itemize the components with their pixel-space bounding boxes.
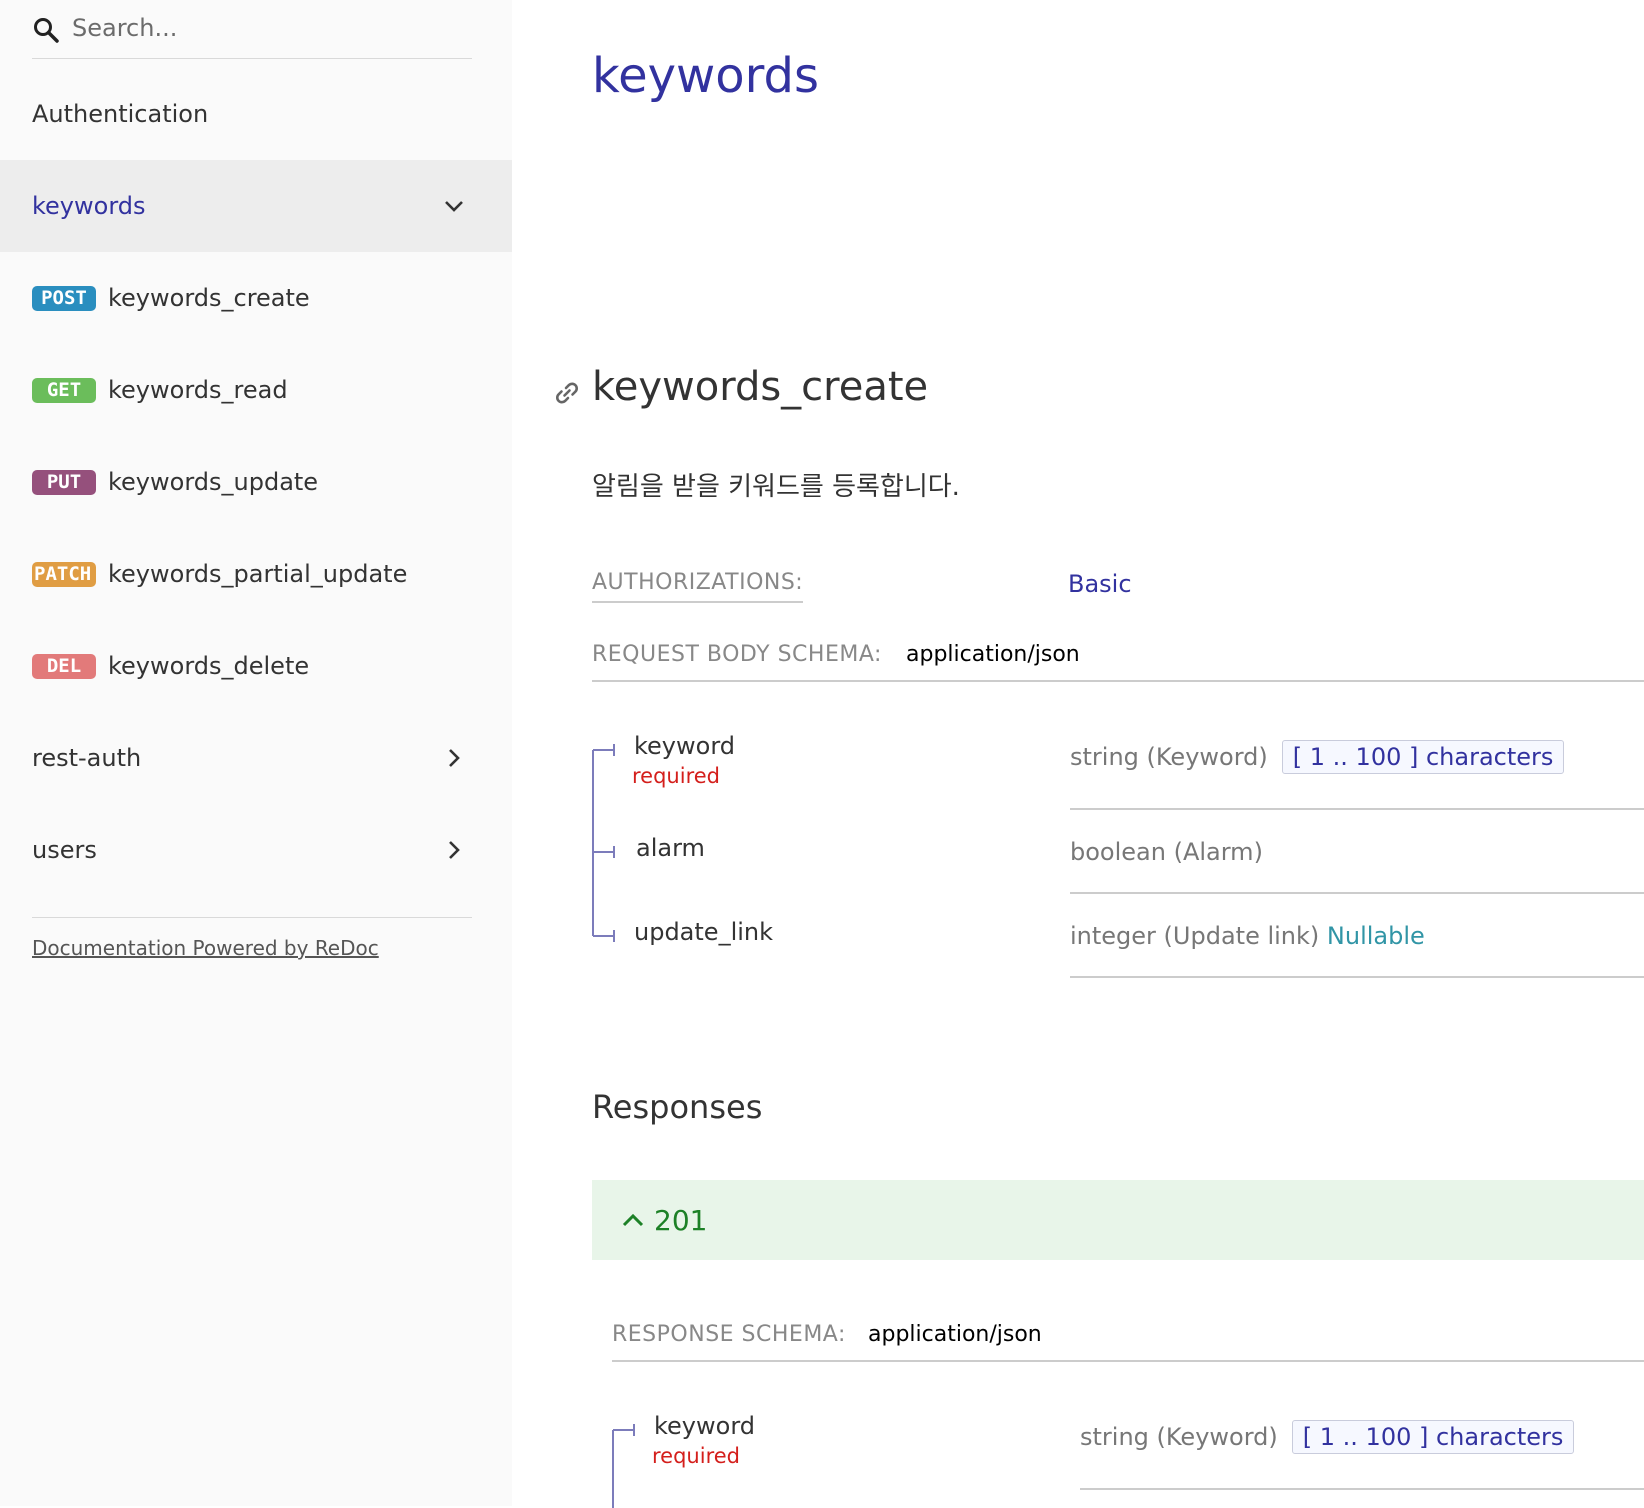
divider <box>1080 1488 1644 1490</box>
sidebar-group-keywords[interactable]: keywords <box>0 160 512 252</box>
sidebar-item-authentication[interactable]: Authentication <box>0 68 512 160</box>
nullable-label: Nullable <box>1326 922 1425 950</box>
divider <box>1070 808 1644 810</box>
sidebar-item-label: keywords_partial_update <box>108 560 408 588</box>
sidebar-group-rest-auth[interactable]: rest-auth <box>0 712 512 804</box>
sidebar-item-label: Authentication <box>32 100 209 128</box>
sidebar-item-label: keywords_read <box>108 376 288 404</box>
response-201-toggle[interactable]: 201 <box>592 1180 1644 1260</box>
property-name: update_link <box>634 918 774 946</box>
method-badge-patch: PATCH <box>32 561 96 587</box>
responses-title: Responses <box>592 1088 763 1126</box>
divider <box>1070 892 1644 894</box>
property-type: integer (Update link) Nullable <box>1070 922 1425 950</box>
constraint-badge: [ 1 .. 100 ] characters <box>1281 740 1565 774</box>
required-label: required <box>632 764 720 788</box>
property-tree-lines <box>612 1424 635 1508</box>
property-name: alarm <box>636 834 705 862</box>
search-input[interactable]: Search... <box>72 14 177 42</box>
sidebar-item-keywords-delete[interactable]: DEL keywords_delete <box>0 620 512 712</box>
response-schema-value: application/json <box>868 1322 1042 1347</box>
method-badge-get: GET <box>32 377 96 403</box>
property-name: keyword <box>654 1412 756 1440</box>
method-badge-post: POST <box>32 285 96 311</box>
search-box[interactable]: Search... <box>32 0 472 59</box>
sidebar-item-keywords-partial-update[interactable]: PATCH keywords_partial_update <box>0 528 512 620</box>
property-tree-lines <box>592 744 615 942</box>
sidebar-item-label: rest-auth <box>32 744 142 772</box>
sidebar-item-label: users <box>32 836 97 864</box>
property-type-text: string (Keyword) <box>1070 743 1268 771</box>
property-type: boolean (Alarm) <box>1070 838 1263 866</box>
request-schema-value: application/json <box>906 642 1080 667</box>
link-icon[interactable] <box>552 378 582 408</box>
sidebar-item-keywords-read[interactable]: GET keywords_read <box>0 344 512 436</box>
chevron-up-icon <box>622 1213 644 1227</box>
sidebar-divider <box>32 917 472 918</box>
sidebar-item-label: keywords_update <box>108 468 319 496</box>
property-type-text: integer (Update link) <box>1070 922 1320 950</box>
constraint-badge: [ 1 .. 100 ] characters <box>1291 1420 1575 1454</box>
sidebar-item-label: keywords_create <box>108 284 310 312</box>
property-type-text: string (Keyword) <box>1080 1423 1278 1451</box>
sidebar-item-label: keywords <box>32 192 146 220</box>
response-schema-label: RESPONSE SCHEMA: <box>612 1322 846 1347</box>
property-type: string (Keyword) [ 1 .. 100 ] characters <box>1080 1420 1575 1454</box>
property-type: string (Keyword) [ 1 .. 100 ] characters <box>1070 740 1565 774</box>
authorizations-label: AUTHORIZATIONS: <box>592 570 804 603</box>
property-name: keyword <box>634 732 736 760</box>
sidebar-item-keywords-update[interactable]: PUT keywords_update <box>0 436 512 528</box>
sidebar-group-users[interactable]: users <box>0 804 512 896</box>
operation-title: keywords_create <box>592 364 929 410</box>
chevron-right-icon <box>449 749 460 767</box>
divider <box>1070 976 1644 978</box>
sidebar-item-label: keywords_delete <box>108 652 310 680</box>
redoc-link[interactable]: Documentation Powered by ReDoc <box>32 936 379 960</box>
chevron-right-icon <box>449 841 460 859</box>
main-content: keywords keywords_create 알림을 받을 키워드를 등록합… <box>512 0 1644 1508</box>
divider <box>612 1360 1644 1362</box>
request-schema-label: REQUEST BODY SCHEMA: <box>592 642 882 667</box>
sidebar: Search... Authentication keywords POST k… <box>0 0 512 1506</box>
sidebar-item-keywords-create[interactable]: POST keywords_create <box>0 252 512 344</box>
response-code: 201 <box>654 1203 708 1237</box>
required-label: required <box>652 1444 740 1468</box>
chevron-down-icon <box>445 201 463 212</box>
operation-description: 알림을 받을 키워드를 등록합니다. <box>592 472 960 502</box>
method-badge-delete: DEL <box>32 653 96 679</box>
divider <box>592 680 1644 682</box>
method-badge-put: PUT <box>32 469 96 495</box>
search-icon <box>34 18 59 43</box>
tag-title: keywords <box>592 48 820 104</box>
authorizations-value[interactable]: Basic <box>1068 570 1132 598</box>
